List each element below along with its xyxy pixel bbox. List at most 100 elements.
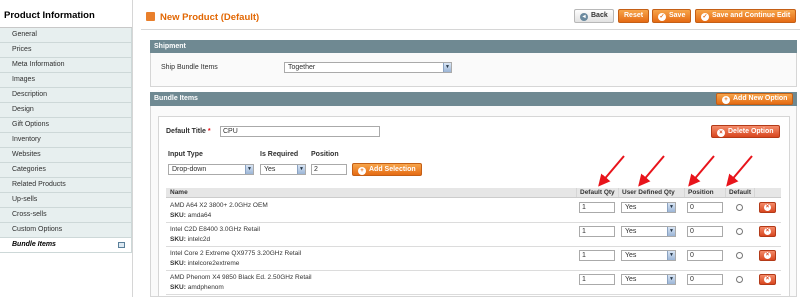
sidebar-item-up-sells[interactable]: Up-sells: [0, 193, 132, 208]
is-required-select[interactable]: Yes ▼: [260, 164, 306, 175]
delete-icon: ×: [764, 276, 771, 283]
page-header: New Product (Default) ◂ Back Reset ✓ Save …: [141, 0, 800, 30]
selection-position-input[interactable]: 0: [687, 274, 723, 285]
delete-icon: ×: [764, 252, 771, 259]
sidebar-item-cross-sells[interactable]: Cross-sells: [0, 208, 132, 223]
sidebar-title: Product Information: [0, 0, 132, 28]
sidebar-item-label: Prices: [12, 46, 32, 53]
delete-icon: ×: [717, 129, 725, 137]
sidebar-item-label: Design: [12, 106, 34, 113]
default-qty-input[interactable]: 1: [579, 202, 615, 213]
selection-position-input[interactable]: 0: [687, 202, 723, 213]
delete-icon: ×: [764, 228, 771, 235]
default-radio[interactable]: [736, 276, 743, 283]
user-defined-qty-select[interactable]: Yes ▼: [621, 226, 676, 237]
table-row: Intel Core 2 Extreme QX9775 3.20GHz Reta…: [166, 247, 781, 271]
sidebar-item-label: Custom Options: [12, 226, 63, 233]
shipment-header: Shipment: [150, 40, 797, 53]
page-title: New Product (Default): [160, 12, 260, 23]
plus-icon: +: [358, 167, 366, 175]
sidebar-item-custom-options[interactable]: Custom Options: [0, 223, 132, 238]
default-title-input[interactable]: CPU: [220, 126, 380, 137]
sidebar-item-images[interactable]: Images: [0, 73, 132, 88]
sidebar-item-label: Meta Information: [12, 61, 65, 68]
selection-position-input[interactable]: 0: [687, 226, 723, 237]
reset-button[interactable]: Reset: [618, 9, 650, 23]
product-name: Intel C2D E8400 3.0GHz Retail: [170, 226, 260, 233]
delete-selection-button[interactable]: ×: [759, 274, 776, 285]
col-default-qty: Default Qty: [580, 189, 615, 196]
user-defined-qty-select[interactable]: Yes ▼: [621, 274, 676, 285]
table-row: AMD A64 X2 3800+ 2.0GHz OEM SKU: amda64 1 Y…: [166, 199, 781, 223]
default-radio[interactable]: [736, 228, 743, 235]
col-name: Name: [170, 189, 188, 196]
sidebar-item-label: Up-sells: [12, 196, 38, 203]
chevron-down-icon: ▼: [297, 165, 305, 174]
default-qty-input[interactable]: 1: [579, 250, 615, 261]
sidebar-item-general[interactable]: General: [0, 28, 132, 43]
sidebar-item-label: General: [12, 31, 37, 38]
selection-grid-header: Name Default Qty User Defined Qty Positi…: [166, 188, 781, 198]
user-defined-qty-select[interactable]: Yes ▼: [621, 250, 676, 261]
delete-selection-button[interactable]: ×: [759, 226, 776, 237]
product-name: AMD A64 X2 3800+ 2.0GHz OEM: [170, 202, 268, 209]
sidebar-item-label: Websites: [12, 151, 41, 158]
is-required-label: Is Required: [260, 151, 299, 158]
position-label: Position: [311, 151, 339, 158]
product-name: AMD Phenom X4 9850 Black Ed. 2.50GHz Ret…: [170, 274, 312, 281]
input-type-select[interactable]: Drop-down ▼: [168, 164, 254, 175]
table-row: AMD Phenom X4 9850 Black Ed. 2.50GHz Ret…: [166, 271, 781, 295]
sidebar-item-gift-options[interactable]: Gift Options: [0, 118, 132, 133]
sidebar-item-bundle-items[interactable]: Bundle Items: [0, 238, 132, 253]
sidebar-item-meta-information[interactable]: Meta Information: [0, 58, 132, 73]
default-radio[interactable]: [736, 252, 743, 259]
col-user-defined-qty: User Defined Qty: [622, 189, 675, 196]
sidebar-item-categories[interactable]: Categories: [0, 163, 132, 178]
save-continue-button[interactable]: ✓ Save and Continue Edit: [695, 9, 797, 23]
col-position: Position: [688, 189, 714, 196]
selection-position-input[interactable]: 0: [687, 250, 723, 261]
annotation-arrows: [598, 155, 753, 187]
default-qty-input[interactable]: 1: [579, 274, 615, 285]
sidebar-item-inventory[interactable]: Inventory: [0, 133, 132, 148]
delete-option-button[interactable]: × Delete Option: [711, 125, 780, 138]
ship-bundle-items-label: Ship Bundle Items: [161, 64, 218, 71]
sidebar-item-label: Categories: [12, 166, 46, 173]
product-sku: SKU: intelc2d: [170, 236, 211, 243]
bundle-items-header: Bundle Items: [150, 92, 797, 106]
add-new-option-button[interactable]: + Add New Option: [716, 93, 794, 105]
product-name: Intel Core 2 Extreme QX9775 3.20GHz Reta…: [170, 250, 302, 257]
save-button[interactable]: ✓ Save: [652, 9, 692, 23]
product-sku: SKU: intelcore2extreme: [170, 260, 240, 267]
chevron-down-icon: ▼: [245, 165, 253, 174]
plus-icon: +: [722, 96, 730, 104]
collapse-icon: [118, 242, 125, 248]
chevron-down-icon: ▼: [667, 227, 675, 236]
ship-bundle-items-select[interactable]: Together ▼: [284, 62, 452, 73]
annotation-arrow: [638, 155, 665, 187]
default-qty-input[interactable]: 1: [579, 226, 615, 237]
user-defined-qty-select[interactable]: Yes ▼: [621, 202, 676, 213]
delete-icon: ×: [764, 204, 771, 211]
col-default: Default: [729, 189, 752, 196]
sidebar-item-design[interactable]: Design: [0, 103, 132, 118]
sidebar-item-websites[interactable]: Websites: [0, 148, 132, 163]
check-icon: ✓: [658, 13, 666, 21]
sidebar-item-label: Related Products: [12, 181, 66, 188]
sidebar-item-description[interactable]: Description: [0, 88, 132, 103]
sidebar-item-related-products[interactable]: Related Products: [0, 178, 132, 193]
position-input[interactable]: 2: [311, 164, 347, 175]
delete-selection-button[interactable]: ×: [759, 202, 776, 213]
product-sku: SKU: amdphenom: [170, 284, 224, 291]
sidebar-item-prices[interactable]: Prices: [0, 43, 132, 58]
check-icon: ✓: [701, 13, 709, 21]
table-row: Intel C2D E8400 3.0GHz Retail SKU: intelc…: [166, 223, 781, 247]
add-selection-button[interactable]: + Add Selection: [352, 163, 422, 176]
sidebar-item-label: Gift Options: [12, 121, 49, 128]
input-type-label: Input Type: [168, 151, 203, 158]
sidebar-item-label: Description: [12, 91, 48, 98]
annotation-arrow: [688, 155, 715, 187]
back-button[interactable]: ◂ Back: [574, 9, 614, 23]
default-radio[interactable]: [736, 204, 743, 211]
delete-selection-button[interactable]: ×: [759, 250, 776, 261]
